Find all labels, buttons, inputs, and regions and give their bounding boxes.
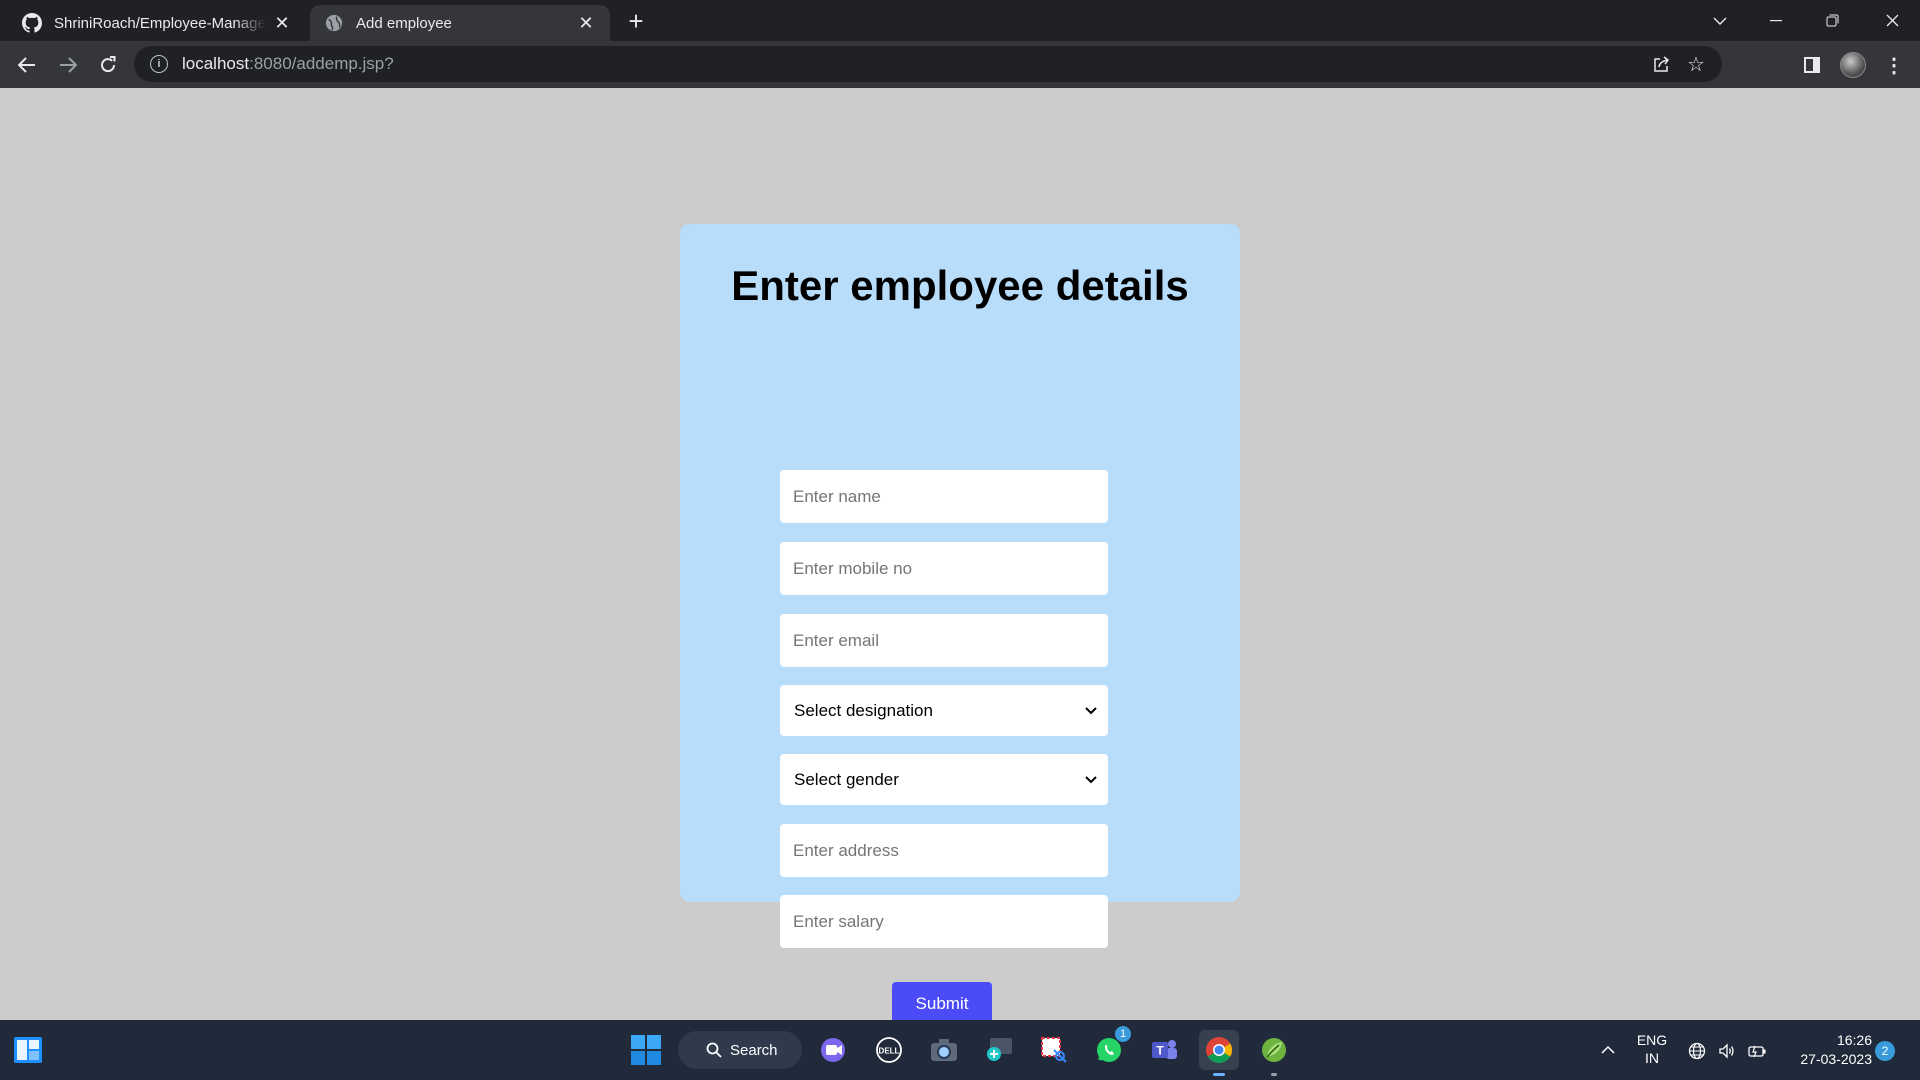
system-clock[interactable]: 16:26 27-03-2023 (1782, 1031, 1872, 1069)
whatsapp-badge: 1 (1115, 1026, 1131, 1042)
widgets-icon[interactable] (8, 1030, 48, 1070)
clock-date: 27-03-2023 (1800, 1051, 1872, 1067)
bookmark-star-icon[interactable]: ☆ (1680, 46, 1712, 82)
close-icon[interactable]: ✕ (272, 13, 292, 33)
language-indicator[interactable]: ENG IN (1632, 1031, 1672, 1067)
gender-select[interactable]: Select gender (780, 754, 1108, 805)
address-bar[interactable]: i localhost:8080/addemp.jsp? ☆ (134, 46, 1722, 82)
chrome-icon[interactable] (1199, 1030, 1239, 1076)
side-panel-icon[interactable] (1795, 48, 1829, 82)
site-info-icon[interactable]: i (150, 55, 168, 73)
clock-time: 16:26 (1836, 1032, 1872, 1048)
tab-title: Add employee (356, 14, 452, 32)
windows-start-icon[interactable] (626, 1030, 666, 1070)
tab-github[interactable]: ShriniRoach/Employee-Managem ✕ (8, 5, 306, 41)
submit-button[interactable]: Submit (892, 982, 992, 1025)
reload-icon[interactable] (92, 49, 124, 81)
taskbar-search-button[interactable]: Search (678, 1031, 802, 1069)
close-icon[interactable]: ✕ (576, 13, 596, 33)
restore-button[interactable] (1804, 0, 1860, 41)
forward-arrow-icon[interactable] (52, 49, 84, 81)
browser-tab-strip: ShriniRoach/Employee-Managem ✕ Add emplo… (0, 0, 1920, 41)
search-icon (706, 1042, 722, 1058)
employee-form-card: Enter employee details Select designatio… (680, 224, 1240, 1025)
taskbar: Search DELL 1 T ENG IN 16:26 27-03-2023 … (0, 1020, 1920, 1080)
url-text: localhost:8080/addemp.jsp? (182, 54, 394, 73)
chevron-up-icon[interactable] (1598, 1040, 1618, 1060)
chevron-down-icon (1084, 773, 1098, 787)
browser-toolbar: i localhost:8080/addemp.jsp? ☆ ⋮ (0, 41, 1920, 88)
gender-select-value: Select gender (794, 769, 899, 789)
dell-icon[interactable]: DELL (869, 1030, 909, 1070)
running-indicator (1271, 1073, 1277, 1076)
teams-icon[interactable]: T (1144, 1030, 1184, 1070)
network-globe-icon[interactable] (1686, 1040, 1708, 1062)
whatsapp-icon[interactable]: 1 (1089, 1026, 1131, 1070)
spring-tool-icon[interactable] (1254, 1030, 1294, 1076)
snipping-tool-icon[interactable] (1034, 1030, 1074, 1070)
kebab-menu-icon[interactable]: ⋮ (1877, 48, 1911, 82)
page-title: Enter employee details (731, 262, 1189, 309)
running-indicator (1213, 1073, 1225, 1076)
designation-select-value: Select designation (794, 700, 933, 720)
salary-input[interactable] (780, 895, 1108, 948)
page-viewport: Enter employee details Select designatio… (0, 88, 1920, 1025)
tab-search-chevron-icon[interactable] (1692, 0, 1748, 41)
chevron-down-icon (1084, 704, 1098, 718)
notification-count-badge[interactable]: 2 (1875, 1041, 1895, 1061)
email-input[interactable] (780, 614, 1108, 667)
new-tab-button[interactable]: + (622, 8, 650, 36)
battery-icon[interactable] (1746, 1040, 1768, 1062)
window-close-button[interactable] (1864, 0, 1920, 41)
camera-icon[interactable] (924, 1030, 964, 1070)
minimize-button[interactable] (1748, 0, 1804, 41)
address-input[interactable] (780, 824, 1108, 877)
svg-text:T: T (1156, 1044, 1164, 1058)
mobile-input[interactable] (780, 542, 1108, 595)
volume-icon[interactable] (1716, 1040, 1738, 1062)
magnifier-icon[interactable] (979, 1030, 1019, 1070)
designation-select[interactable]: Select designation (780, 685, 1108, 736)
share-icon[interactable] (1646, 46, 1678, 82)
tab-add-employee[interactable]: Add employee ✕ (310, 5, 610, 41)
back-arrow-icon[interactable] (11, 49, 43, 81)
github-icon (22, 13, 42, 33)
profile-avatar[interactable] (1836, 48, 1870, 82)
tab-title: ShriniRoach/Employee-Managem (54, 14, 266, 32)
search-label: Search (730, 1041, 778, 1059)
name-input[interactable] (780, 470, 1108, 523)
svg-text:DELL: DELL (879, 1047, 900, 1056)
globe-icon (324, 13, 344, 33)
meet-video-icon[interactable] (814, 1030, 854, 1070)
